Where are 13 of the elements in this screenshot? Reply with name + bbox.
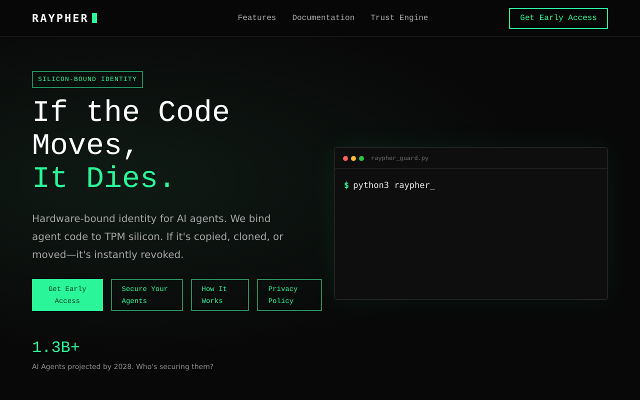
nav-link[interactable]: Trust Engine [370, 14, 428, 22]
terminal-command: python3 raypher_ [353, 181, 436, 191]
nav-link[interactable]: Documentation [292, 14, 355, 22]
stat-value: 1.3B+ [32, 339, 82, 357]
cursor-block-icon [92, 13, 97, 23]
headline: If the Code [32, 98, 232, 131]
logo[interactable]: RAYPHER [32, 12, 89, 24]
nav-link[interactable]: Features [238, 14, 276, 22]
get-early-access-button[interactable]: Get Early Access [509, 8, 608, 28]
description: Hardware-bound identity for AI agents. We bind agent code to TPM silicon. If it's copied, cloned, or moved—it's instantly revoked. [32, 213, 284, 263]
headline: Moves, [32, 131, 142, 164]
prompt: $ [344, 181, 350, 191]
headline: It Dies. [32, 164, 178, 197]
